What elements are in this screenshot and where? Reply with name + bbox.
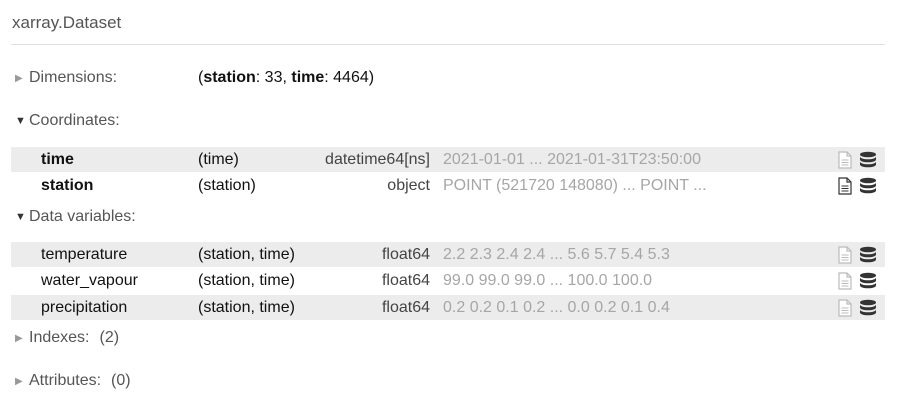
dim-size: : 33	[255, 69, 283, 86]
attributes-section-toggle[interactable]: ▶ Attributes: (0)	[15, 372, 131, 390]
dims-close-paren: )	[368, 69, 375, 86]
coordinates-section-toggle[interactable]: ▼ Coordinates:	[15, 112, 120, 130]
collapsed-triangle-icon: ▶	[15, 375, 23, 387]
variable-preview: 99.0 99.0 99.0 ... 100.0 100.0	[443, 272, 653, 289]
dimensions-label: Dimensions:	[29, 69, 118, 86]
database-icon[interactable]	[859, 272, 877, 295]
variable-name: time	[41, 151, 74, 168]
indexes-section-toggle[interactable]: ▶ Indexes: (2)	[15, 329, 119, 347]
indexes-label: Indexes:	[29, 329, 90, 346]
coordinate-row: station (station) object POINT (521720 1…	[11, 173, 885, 198]
coordinates-label: Coordinates:	[29, 112, 120, 129]
database-icon[interactable]	[859, 177, 877, 200]
dimensions-summary: (station: 33, time: 4464)	[198, 69, 374, 87]
expanded-triangle-icon: ▼	[15, 115, 26, 127]
data-variable-row: water_vapour (station, time) float64 99.…	[11, 268, 885, 293]
variable-dtype: float64	[381, 299, 430, 316]
variable-dtype: float64	[381, 246, 430, 263]
dim-size: : 4464	[324, 69, 369, 86]
variable-name: water_vapour	[41, 272, 138, 289]
data-variables-label: Data variables:	[29, 208, 136, 225]
variable-preview: 2021-01-01 ... 2021-01-31T23:50:00	[443, 151, 701, 168]
dimensions-section-toggle[interactable]: ▶ Dimensions:	[15, 69, 117, 87]
expanded-triangle-icon: ▼	[15, 211, 26, 223]
database-icon[interactable]	[859, 151, 877, 174]
collapsed-triangle-icon: ▶	[15, 72, 23, 84]
file-text-icon[interactable]	[837, 246, 853, 269]
attributes-count: (0)	[111, 372, 131, 389]
variable-dims: (station, time)	[198, 246, 295, 263]
header-divider	[11, 44, 885, 45]
variable-preview: POINT (521720 148080) ... POINT ...	[443, 177, 707, 194]
variable-preview: 0.2 0.2 0.1 0.2 ... 0.0 0.2 0.1 0.4	[443, 299, 670, 316]
file-text-icon[interactable]	[837, 151, 853, 174]
coordinate-row: time (time) datetime64[ns] 2021-01-01 ..…	[11, 147, 885, 172]
indexes-count: (2)	[99, 329, 120, 346]
database-icon[interactable]	[859, 246, 877, 269]
dataset-title: xarray.Dataset	[12, 13, 122, 32]
collapsed-triangle-icon: ▶	[15, 332, 23, 344]
variable-dtype: object	[387, 177, 430, 194]
attributes-label: Attributes:	[29, 372, 102, 389]
variable-dims: (time)	[198, 151, 239, 168]
data-variable-row: temperature (station, time) float64 2.2 …	[11, 242, 885, 267]
file-text-icon[interactable]	[837, 177, 853, 200]
variable-dims: (station, time)	[198, 299, 295, 316]
variable-name: temperature	[41, 246, 128, 263]
file-text-icon[interactable]	[837, 299, 853, 322]
variable-name: precipitation	[41, 299, 128, 316]
data-variable-row: precipitation (station, time) float64 0.…	[11, 295, 885, 320]
variable-dims: (station)	[198, 177, 256, 194]
variable-preview: 2.2 2.3 2.4 2.4 ... 5.6 5.7 5.4 5.3	[443, 246, 670, 263]
variable-dtype: float64	[381, 272, 430, 289]
dim-name: time	[291, 69, 325, 86]
dim-name: station	[203, 69, 256, 86]
data-variables-section-toggle[interactable]: ▼ Data variables:	[15, 208, 136, 226]
database-icon[interactable]	[859, 299, 877, 322]
file-text-icon[interactable]	[837, 272, 853, 295]
variable-dtype: datetime64[ns]	[325, 151, 430, 168]
variable-name: station	[41, 177, 94, 194]
variable-dims: (station, time)	[198, 272, 295, 289]
